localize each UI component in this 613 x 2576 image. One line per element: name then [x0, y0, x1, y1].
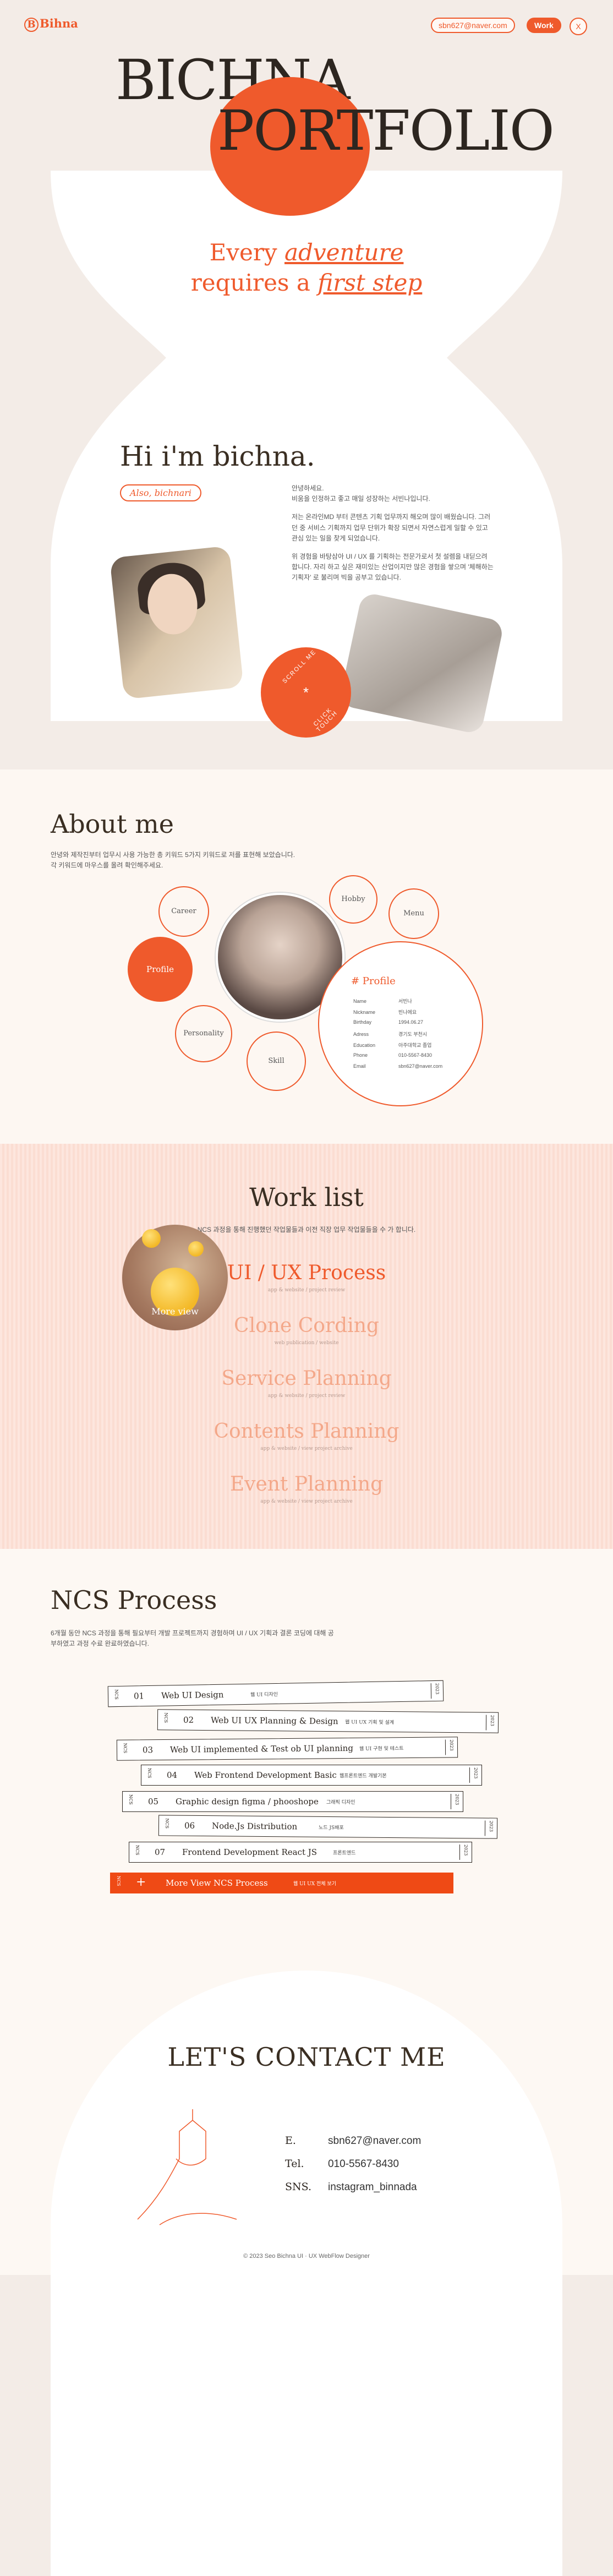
- ncs-tab-02[interactable]: NCS 02 Web UI UX Planning & Design 웹 UI UX …: [157, 1709, 499, 1733]
- contact-email[interactable]: E. sbn627@naver.com: [285, 2135, 421, 2147]
- work-item-service-planning[interactable]: Service Planning app & website / project …: [0, 1367, 613, 1399]
- work-item-clone-cording[interactable]: Clone Cording web publication / website: [0, 1314, 613, 1346]
- ncs-tab-06[interactable]: NCS 06 Node.Js Distribution 노드 JS배포 2023: [158, 1815, 498, 1839]
- work-button[interactable]: Work: [527, 18, 561, 33]
- work-item-ui-ux[interactable]: UI / UX Process app & website / project r…: [0, 1262, 613, 1293]
- intro-text: 안녕하세요. 비움을 인정하고 좋고 매일 성장하는 서빈나입니다. 저는 온라…: [292, 484, 494, 582]
- alias-badge: Also, bichnari: [120, 484, 201, 501]
- work-item-event-planning[interactable]: Event Planning app & website / view proje…: [0, 1473, 613, 1504]
- ncs-tab-07[interactable]: NCS 07 Frontend Development React JS 프론트엔드 2…: [129, 1842, 472, 1863]
- scroll-touch-stamp[interactable]: * SCROLL ME CLICK TOUCH: [261, 647, 351, 738]
- profile-photo-portrait: [110, 545, 244, 700]
- profile-card: # Profile Name 서빈나 Nickname 빈나에요 Birthday 1…: [318, 941, 483, 1106]
- ncs-tab-04[interactable]: NCS 04 Web Frontend Development Basic 웹프론트엔…: [141, 1765, 482, 1786]
- ncs-more-view-button[interactable]: NCS + More View NCS Process 웹 UI UX 전체 보기: [110, 1873, 453, 1893]
- contact-title: LET'S CONTACT ME: [167, 2042, 446, 2072]
- bubble-profile[interactable]: Profile: [128, 937, 193, 1002]
- ncs-tab-05[interactable]: NCS 05 Graphic design figma / phooshope 그래픽…: [122, 1791, 463, 1812]
- work-description: NCS 과정을 통해 진행했던 작업물들과 이전 직장 업무 작업물들을 수 가…: [197, 1226, 416, 1234]
- ncs-tab-03[interactable]: NCS 03 Web UI implemented & Test ob UI pla…: [116, 1737, 458, 1761]
- intro-heading: Hi i'm bichna.: [120, 440, 315, 472]
- hero-tagline: Every adventure requires a first step: [190, 239, 423, 296]
- bubble-hobby[interactable]: Hobby: [329, 875, 377, 924]
- ncs-title: NCS Process: [51, 1585, 217, 1615]
- work-item-contents-planning[interactable]: Contents Planning app & website / view pr…: [0, 1420, 613, 1451]
- bubble-menu[interactable]: Menu: [388, 888, 439, 939]
- footer-copyright: © 2023 Seo Bichna UI · UX WebFlow Design…: [243, 2253, 370, 2260]
- site-logo[interactable]: B Bihna: [24, 17, 78, 32]
- contact-phone[interactable]: Tel. 010-5567-8430: [285, 2158, 399, 2170]
- hero-title-line2: PORTFOLIO: [217, 99, 555, 163]
- email-button[interactable]: sbn627@naver.com: [431, 18, 515, 33]
- bubble-personality[interactable]: Personality: [175, 1005, 232, 1062]
- bubble-career[interactable]: Career: [158, 886, 209, 937]
- ncs-description: 6개월 동안 NCS 과정을 통해 필요부터 개발 프로젝트까지 경험하며 UI…: [51, 1629, 334, 1648]
- about-title: About me: [51, 809, 174, 839]
- emoji-icon: [188, 1241, 204, 1257]
- about-description: 안녕와 제작진부터 업무시 사용 가능한 총 키워드 5가지 키워드로 저를 표…: [51, 851, 295, 870]
- bubble-skill[interactable]: Skill: [247, 1032, 306, 1091]
- work-title: Work list: [249, 1182, 364, 1212]
- close-icon[interactable]: X: [570, 18, 587, 35]
- contact-sns[interactable]: SNS. instagram_binnada: [285, 2181, 417, 2193]
- emoji-icon: [142, 1229, 161, 1248]
- house-line-illustration: [137, 2109, 237, 2225]
